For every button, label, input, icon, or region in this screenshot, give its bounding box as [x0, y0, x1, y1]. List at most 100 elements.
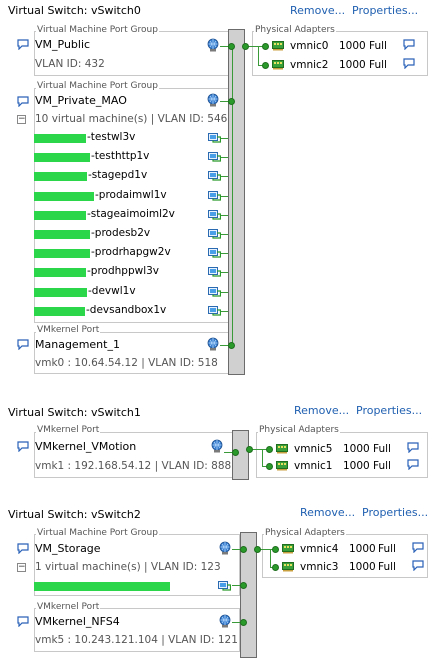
vm-name[interactable]: -testwl3v [86, 131, 136, 143]
redacted-vm-name [34, 230, 90, 239]
vm-icon[interactable] [208, 170, 221, 182]
adapter-link-line [270, 549, 271, 567]
redacted-vm-name [34, 288, 87, 297]
switch-properties-link[interactable]: Properties... [352, 4, 418, 17]
vm-name[interactable]: -stageaimoiml2v [86, 208, 175, 220]
port-group-name: VM_Private_MAO [35, 94, 127, 107]
adapter-speed: 1000 [343, 443, 370, 455]
comment-icon[interactable] [412, 560, 424, 571]
collapse-toggle[interactable]: − [17, 563, 26, 572]
network-card-icon [276, 461, 288, 471]
vm-icon[interactable] [218, 580, 231, 592]
vm-icon[interactable] [208, 286, 221, 298]
network-card-icon [282, 544, 294, 554]
adapter-name: vmnic3 [300, 561, 339, 573]
adapter-name: vmnic1 [294, 460, 333, 472]
adapter-name: vmnic2 [290, 59, 329, 71]
connection-dot [266, 463, 273, 470]
adapter-name: vmnic5 [294, 443, 333, 455]
vm-name[interactable]: -testhttp1v [90, 150, 150, 162]
adapter-speed: 1000 [349, 561, 376, 573]
adapter-duplex: Full [373, 443, 391, 455]
port-group-type-label: Virtual Machine Port Group [36, 528, 159, 538]
physical-adapters-label: Physical Adapters [258, 425, 340, 435]
globe-network-icon [218, 541, 232, 555]
vmkernel-port-name: Management_1 [35, 338, 120, 351]
vm-icon[interactable] [208, 247, 221, 259]
vm-name[interactable]: -devsandbox1v [85, 304, 167, 316]
network-card-icon [272, 60, 284, 70]
comment-icon[interactable] [403, 39, 415, 50]
connection-dot [262, 62, 269, 69]
comment-icon[interactable] [17, 543, 29, 554]
switch-properties-link[interactable]: Properties... [356, 404, 422, 417]
vm-icon[interactable] [208, 209, 221, 221]
adapter-link-line [262, 449, 263, 466]
vm-icon[interactable] [208, 305, 221, 317]
network-card-icon [276, 444, 288, 454]
connection-dot [228, 98, 235, 105]
adapter-speed: 1000 [339, 40, 366, 52]
comment-icon[interactable] [17, 616, 29, 627]
globe-network-icon [206, 38, 220, 52]
connection-dot [262, 43, 269, 50]
comment-icon[interactable] [17, 39, 29, 50]
vmkernel-port-detail: vmk0 : 10.64.54.12 | VLAN ID: 518 [35, 357, 218, 369]
switch-properties-link[interactable]: Properties... [362, 506, 428, 519]
adapter-duplex: Full [369, 40, 387, 52]
port-group-detail: 10 virtual machine(s) | VLAN ID: 546 [35, 113, 228, 125]
connection-dot [228, 43, 235, 50]
redacted-vm-name [34, 153, 90, 162]
redacted-vm-name [34, 582, 170, 591]
port-group-detail: VLAN ID: 432 [35, 58, 105, 70]
connection-dot [240, 582, 247, 589]
adapter-duplex: Full [378, 561, 396, 573]
comment-icon[interactable] [17, 96, 29, 107]
vm-icon[interactable] [208, 190, 221, 202]
connection-dot [272, 546, 279, 553]
vm-icon[interactable] [208, 228, 221, 240]
globe-network-icon [206, 93, 220, 107]
comment-icon[interactable] [17, 339, 29, 350]
vm-icon[interactable] [208, 151, 221, 163]
vm-name[interactable]: -prodesb2v [90, 227, 151, 239]
physical-adapters-label: Physical Adapters [254, 25, 336, 35]
virtual-switch-bar [228, 29, 245, 375]
port-group-type-label: VMkernel Port [36, 425, 101, 435]
collapse-toggle[interactable]: − [17, 115, 26, 124]
vm-name[interactable]: -prodhppwl3v [86, 265, 160, 277]
remove-switch-link[interactable]: Remove... [294, 404, 349, 417]
redacted-vm-name [34, 268, 86, 277]
redacted-vm-name [34, 307, 85, 316]
comment-icon[interactable] [407, 442, 419, 453]
switch-title: Virtual Switch: vSwitch1 [8, 406, 141, 419]
remove-switch-link[interactable]: Remove... [290, 4, 345, 17]
physical-adapters-label: Physical Adapters [264, 528, 346, 538]
connection-dot [240, 546, 247, 553]
remove-switch-link[interactable]: Remove... [300, 506, 355, 519]
vm-name[interactable]: -devwl1v [87, 285, 136, 297]
comment-icon[interactable] [403, 58, 415, 69]
comment-icon[interactable] [412, 542, 424, 553]
vm-icon[interactable] [208, 132, 221, 144]
vm-name[interactable]: -prodrhapgw2v [90, 246, 171, 258]
vm-icon[interactable] [208, 266, 221, 278]
physical-adapters-panel [256, 432, 428, 478]
connection-dot [232, 449, 239, 456]
vm-name[interactable]: -stagepd1v [87, 169, 148, 181]
adapter-name: vmnic4 [300, 543, 339, 555]
vmkernel-port-name: VMkernel_VMotion [35, 440, 137, 453]
vm-name[interactable]: -prodaimwl1v [94, 189, 167, 201]
adapter-speed: 1000 [339, 59, 366, 71]
vmkernel-port-name: VMkernel_NFS4 [35, 615, 120, 628]
comment-icon[interactable] [17, 441, 29, 452]
comment-icon[interactable] [407, 459, 419, 470]
uplink-line [232, 46, 233, 346]
adapter-duplex: Full [369, 59, 387, 71]
globe-network-icon [218, 614, 232, 628]
adapter-speed: 1000 [349, 543, 376, 555]
port-group-name: VM_Public [35, 38, 91, 51]
port-group-detail: 1 virtual machine(s) | VLAN ID: 123 [35, 561, 221, 573]
switch-title: Virtual Switch: vSwitch2 [8, 508, 141, 521]
port-group-type-label: Virtual Machine Port Group [36, 81, 159, 91]
